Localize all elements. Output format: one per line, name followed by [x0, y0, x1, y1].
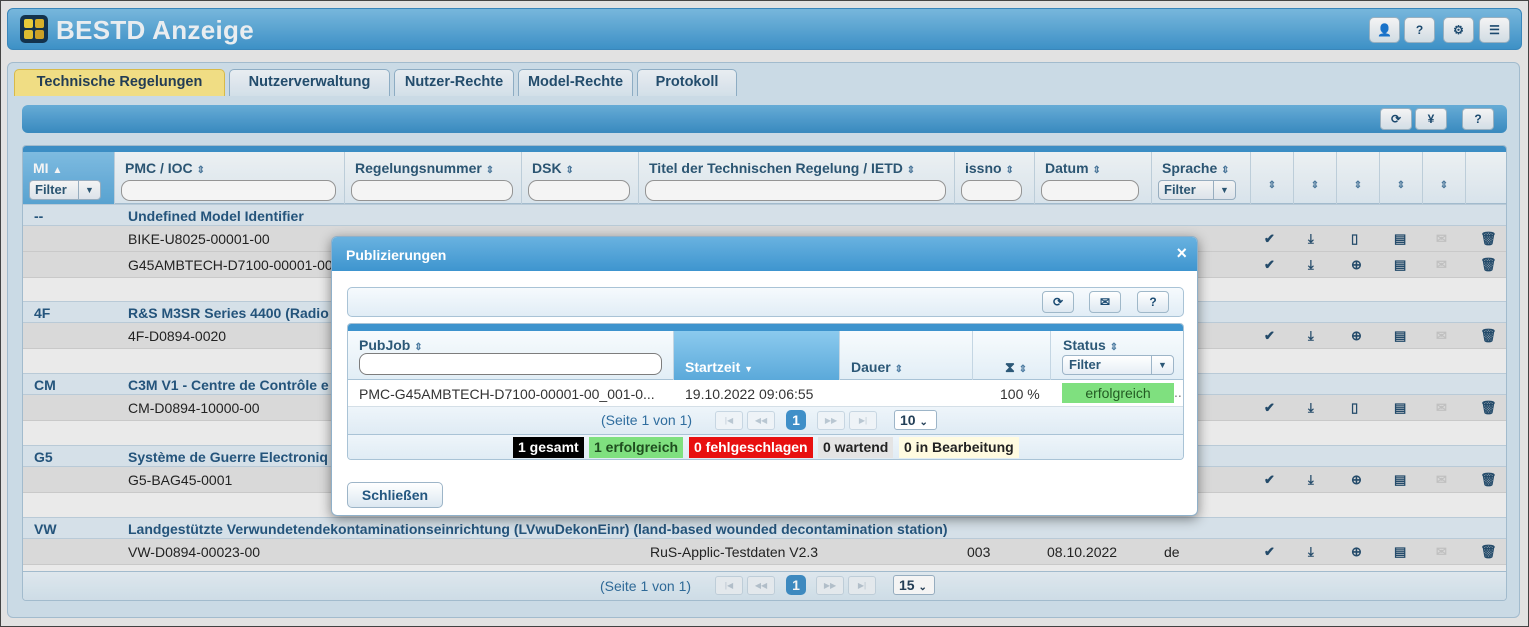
summary-total-badge: 1 gesamt [513, 437, 584, 458]
pubjob-filter-input[interactable] [359, 353, 662, 375]
summary-success-badge: 1 erfolgreich [589, 437, 684, 458]
summary-waiting-badge: 0 wartend [818, 437, 894, 458]
summary-processing-badge: 0 in Bearbeitung [899, 437, 1019, 458]
help-icon: ? [1149, 295, 1157, 309]
dialog-mail-button[interactable]: ✉ [1089, 291, 1121, 313]
publizierungen-table: PubJob ⇕ Startzeit ▼ Dauer ⇕ ⧗ ⇕ Status … [347, 323, 1184, 460]
dialog-page-info: (Seite 1 von 1) [601, 412, 693, 428]
col-header-status[interactable]: Status ⇕ Filter ▼ [1051, 331, 1183, 380]
col-header-dauer[interactable]: Dauer ⇕ [840, 331, 973, 380]
dialog-header: Publizierungen × [332, 237, 1197, 271]
first-page-button[interactable]: |◀ [715, 411, 743, 430]
dialog-toolbar: ⟳ ✉ ? [347, 287, 1184, 317]
dialog-pager: (Seite 1 von 1) |◀ ◀◀ 1 ▶▶ ▶| 10 ⌄ [348, 407, 1183, 435]
close-icon[interactable]: × [1176, 243, 1187, 264]
dialog-summary: 1 gesamt 1 erfolgreich 0 fehlgeschlagen … [348, 435, 1183, 459]
sort-icon: ⇕ [1109, 342, 1119, 353]
summary-failed-badge: 0 fehlgeschlagen [689, 437, 813, 458]
app-window: BESTD Anzeige 👤 ? ⚙ ☰ Technische Regelun… [0, 0, 1529, 627]
prev-page-button[interactable]: ◀◀ [747, 411, 775, 430]
refresh-icon: ⟳ [1052, 295, 1064, 309]
chevron-down-icon: ▼ [1151, 356, 1173, 374]
sort-icon: ⇕ [414, 342, 423, 353]
dialog-help-button[interactable]: ? [1137, 291, 1169, 313]
next-page-button[interactable]: ▶▶ [817, 411, 845, 430]
chevron-down-icon: ⌄ [919, 417, 928, 428]
status-filter-select[interactable]: Filter ▼ [1062, 355, 1174, 375]
dialog-table-header: PubJob ⇕ Startzeit ▼ Dauer ⇕ ⧗ ⇕ Status … [348, 331, 1183, 380]
dialog-page-size-select[interactable]: 10 ⌄ [894, 410, 937, 430]
col-header-pubjob[interactable]: PubJob ⇕ [348, 331, 674, 380]
dialog-title: Publizierungen [346, 247, 447, 263]
sort-desc-icon: ▼ [744, 364, 754, 374]
envelope-icon: ✉ [1099, 295, 1111, 309]
dialog-refresh-button[interactable]: ⟳ [1042, 291, 1074, 313]
col-header-startzeit[interactable]: Startzeit ▼ [674, 331, 840, 380]
hourglass-icon: ⧗ [1005, 359, 1015, 375]
publizierungen-dialog: Publizierungen × ⟳ ✉ ? PubJob ⇕ Startzei… [331, 236, 1198, 516]
col-header-progress[interactable]: ⧗ ⇕ [973, 331, 1051, 380]
table-row[interactable]: PMC-G45AMBTECH-D7100-00001-00_001-0... 1… [348, 380, 1183, 407]
status-badge: erfolgreich [1062, 383, 1174, 403]
schliessen-button[interactable]: Schließen [347, 482, 443, 508]
current-page-button[interactable]: 1 [786, 410, 806, 430]
sort-icon: ⇕ [1018, 364, 1028, 375]
sort-icon: ⇕ [894, 364, 903, 375]
last-page-button[interactable]: ▶| [849, 411, 877, 430]
